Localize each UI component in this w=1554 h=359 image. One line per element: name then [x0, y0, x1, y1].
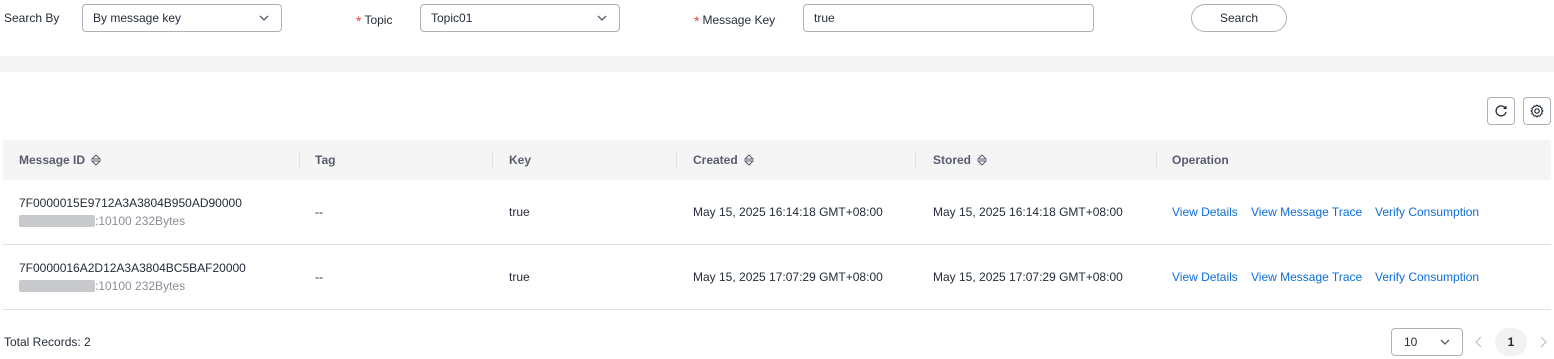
page-size-select[interactable]: 10 — [1391, 328, 1463, 356]
topic-value: Topic01 — [431, 11, 473, 25]
chevron-down-icon — [1440, 339, 1450, 345]
topic-label: Topic — [364, 13, 393, 27]
message-key-label-wrap: * Message Key — [694, 11, 776, 29]
search-by-select[interactable]: By message key — [82, 4, 282, 32]
message-key-value: true — [814, 11, 835, 25]
column-message-id[interactable]: Message ID — [19, 140, 102, 180]
chevron-down-icon — [259, 15, 269, 21]
column-separator — [676, 153, 677, 167]
total-records: Total Records: 2 — [4, 335, 91, 349]
column-separator — [1156, 153, 1157, 167]
sort-icon — [91, 154, 102, 166]
page-size-value: 10 — [1404, 335, 1418, 349]
required-mark: * — [694, 13, 700, 29]
section-divider — [0, 56, 1554, 72]
sort-icon — [977, 154, 988, 166]
refresh-icon — [1495, 105, 1507, 117]
message-host-info: :10100 232Bytes — [19, 214, 185, 228]
table-row: 7F0000015E9712A3A3804B950AD90000 :10100 … — [3, 180, 1551, 245]
tag-cell: -- — [315, 270, 323, 284]
next-page-icon[interactable] — [1538, 336, 1548, 348]
view-message-trace-link[interactable]: View Message Trace — [1251, 205, 1362, 219]
column-key: Key — [509, 140, 531, 180]
column-stored[interactable]: Stored — [933, 140, 988, 180]
topic-select[interactable]: Topic01 — [420, 4, 620, 32]
column-label: Tag — [315, 153, 336, 167]
message-id: 7F0000015E9712A3A3804B950AD90000 — [19, 196, 242, 210]
message-key-input[interactable]: true — [803, 4, 1094, 32]
column-separator — [915, 153, 916, 167]
column-label: Operation — [1172, 153, 1229, 167]
gear-icon — [1530, 104, 1544, 118]
column-tag: Tag — [315, 140, 335, 180]
column-label: Message ID — [19, 153, 86, 167]
table-header: Message ID Tag Key Created Stored Operat… — [3, 140, 1551, 180]
message-host-info: :10100 232Bytes — [19, 279, 185, 293]
host-suffix: :10100 232Bytes — [95, 279, 186, 293]
stored-cell: May 15, 2025 17:07:29 GMT+08:00 — [933, 270, 1123, 284]
previous-page-icon[interactable] — [1474, 336, 1484, 348]
redacted-host — [19, 280, 95, 292]
refresh-button[interactable] — [1487, 97, 1515, 125]
host-suffix: :10100 232Bytes — [95, 214, 186, 228]
view-details-link[interactable]: View Details — [1172, 270, 1238, 284]
tag-cell: -- — [315, 205, 323, 219]
page-number-current[interactable]: 1 — [1495, 328, 1527, 356]
search-button[interactable]: Search — [1191, 4, 1287, 32]
key-cell: true — [509, 270, 530, 284]
column-created[interactable]: Created — [693, 140, 754, 180]
search-by-value: By message key — [93, 11, 182, 25]
column-separator — [299, 153, 300, 167]
column-separator — [492, 153, 493, 167]
message-key-label: Message Key — [702, 13, 776, 27]
settings-button[interactable] — [1523, 97, 1551, 125]
column-label: Created — [693, 153, 738, 167]
stored-cell: May 15, 2025 16:14:18 GMT+08:00 — [933, 205, 1123, 219]
table-row: 7F0000016A2D12A3A3804BC5BAF20000 :10100 … — [3, 245, 1551, 310]
topic-label-wrap: * Topic — [356, 11, 393, 29]
search-by-label: Search By — [4, 11, 60, 25]
created-cell: May 15, 2025 17:07:29 GMT+08:00 — [693, 270, 883, 284]
column-label: Key — [509, 153, 532, 167]
verify-consumption-link[interactable]: Verify Consumption — [1375, 205, 1479, 219]
column-operation: Operation — [1172, 140, 1229, 180]
required-mark: * — [356, 13, 362, 29]
view-message-trace-link[interactable]: View Message Trace — [1251, 270, 1362, 284]
chevron-down-icon — [597, 15, 607, 21]
redacted-host — [19, 215, 95, 227]
view-details-link[interactable]: View Details — [1172, 205, 1238, 219]
verify-consumption-link[interactable]: Verify Consumption — [1375, 270, 1479, 284]
key-cell: true — [509, 205, 530, 219]
created-cell: May 15, 2025 16:14:18 GMT+08:00 — [693, 205, 883, 219]
sort-icon — [743, 154, 754, 166]
column-label: Stored — [933, 153, 972, 167]
message-id: 7F0000016A2D12A3A3804BC5BAF20000 — [19, 261, 246, 275]
